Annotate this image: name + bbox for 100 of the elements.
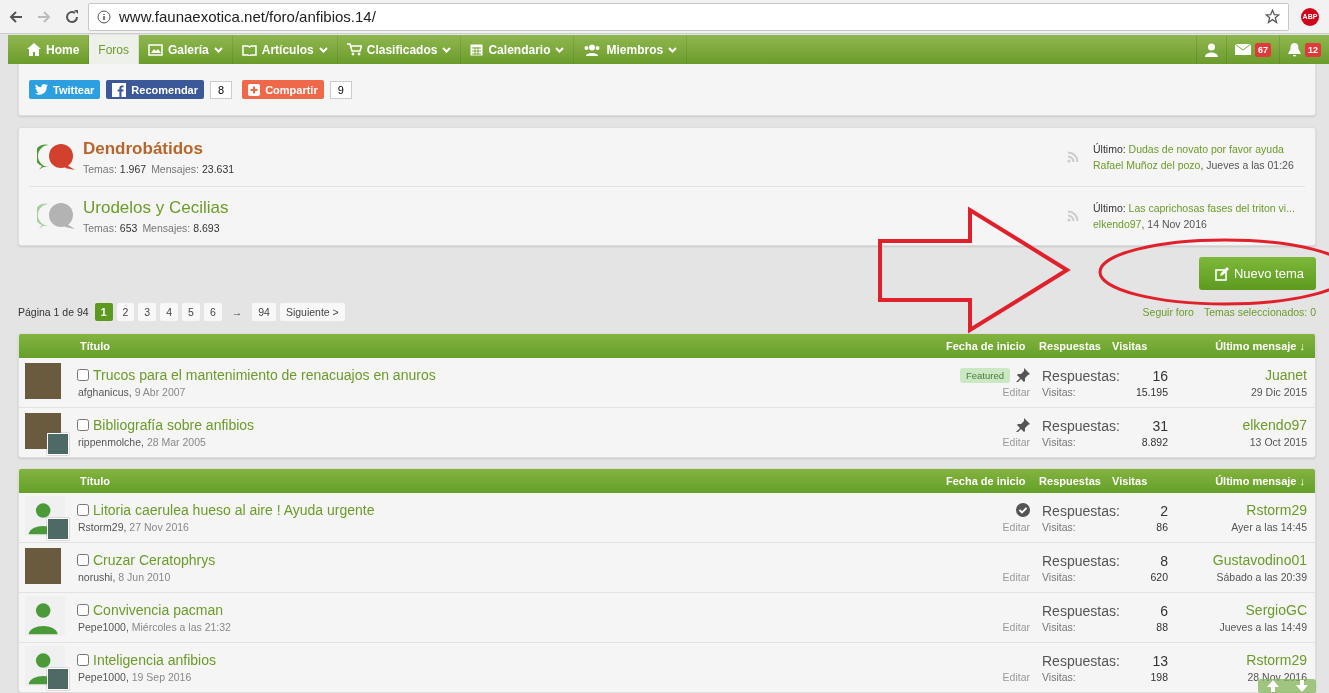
column-header[interactable]: Último mensaje ↓: [1168, 475, 1315, 487]
forum-action-link[interactable]: Seguir foro: [1142, 306, 1194, 318]
thread-title-link[interactable]: Inteligencia anfibios: [93, 652, 216, 668]
message-count-badge: 67: [1254, 42, 1271, 57]
views-count: 88: [1156, 620, 1168, 633]
column-header[interactable]: Visitas: [1112, 340, 1168, 352]
views-count: 8.892: [1141, 435, 1168, 448]
select-checkbox[interactable]: [77, 604, 89, 616]
last-post-date: 13 Oct 2015: [1249, 436, 1307, 448]
column-header[interactable]: Último mensaje ↓: [1168, 340, 1315, 352]
select-checkbox[interactable]: [77, 504, 89, 516]
last-poster-link[interactable]: Rstorm29: [1246, 652, 1307, 668]
author-link[interactable]: Pepe1000,: [78, 671, 129, 683]
share-button[interactable]: Recomendar: [106, 80, 204, 99]
stat-label: Mensajes:: [151, 163, 199, 175]
thread-title-link[interactable]: Cruzar Ceratophrys: [93, 552, 216, 568]
page-link[interactable]: 5: [182, 303, 200, 321]
scroll-down-icon[interactable]: [1294, 679, 1309, 693]
page-link[interactable]: 2: [116, 303, 135, 321]
last-poster-link[interactable]: Gustavodino01: [1212, 552, 1307, 568]
select-checkbox[interactable]: [77, 419, 89, 431]
column-header[interactable]: Respuestas: [1028, 475, 1112, 487]
page-link[interactable]: 6: [203, 303, 222, 321]
edit-link[interactable]: Editar: [1002, 571, 1030, 583]
bird-icon: [35, 84, 48, 95]
address-bar[interactable]: www.faunaexotica.net/foro/anfibios.14/: [88, 2, 1289, 31]
thread-title-link[interactable]: Bibliografía sobre anfibios: [93, 417, 255, 433]
select-checkbox[interactable]: [77, 654, 89, 666]
replies-label: Respuestas:: [1042, 652, 1121, 669]
page-link[interactable]: 4: [160, 303, 179, 321]
last-poster-link[interactable]: Juanet: [1264, 367, 1307, 383]
last-poster-link[interactable]: elkendo97: [1242, 417, 1307, 433]
column-header[interactable]: Título: [80, 340, 946, 352]
bookmark-star-icon[interactable]: [1265, 9, 1280, 24]
views-label: Visitas:: [1042, 385, 1077, 398]
views-label: Visitas:: [1042, 520, 1077, 533]
author-link[interactable]: afghanicus,: [78, 386, 132, 398]
thread-date: 9 Abr 2007: [134, 386, 186, 398]
stat-value: 653: [119, 222, 138, 234]
stat-value: 23.631: [202, 163, 235, 175]
home-icon: [27, 43, 41, 56]
edit-link[interactable]: Editar: [1002, 436, 1030, 448]
page-link[interactable]: 1: [94, 303, 113, 321]
last-post-link[interactable]: Dudas de novato por favor ayuda: [1128, 143, 1284, 155]
column-header[interactable]: Fecha de inicio: [946, 340, 1028, 352]
column-header[interactable]: Título: [80, 475, 946, 487]
forum-title-link[interactable]: Urodelos y Cecilias: [83, 198, 1067, 218]
last-poster-link[interactable]: elkendo97: [1093, 218, 1142, 230]
alert-count-badge: 12: [1305, 42, 1321, 57]
views-label: Visitas:: [1042, 570, 1077, 583]
share-button[interactable]: Twittear: [29, 80, 101, 99]
book-icon: [241, 43, 257, 56]
stat-label: Temas:: [83, 163, 117, 175]
last-post-label: Último:: [1093, 202, 1126, 214]
thread-date: 19 Sep 2016: [131, 671, 192, 683]
last-post-date: Sábado a las 20:39: [1216, 571, 1307, 583]
thread-title-link[interactable]: Litoria caerulea hueso al aire ! Ayuda urgente: [93, 502, 375, 518]
nav-tab[interactable]: Foros: [89, 35, 140, 64]
last-poster-link[interactable]: SergioGC: [1245, 602, 1307, 618]
replies-count: 16: [1151, 367, 1168, 384]
author-link[interactable]: norushi,: [78, 571, 116, 583]
f-logo-icon: [112, 82, 127, 97]
replies-label: Respuestas:: [1042, 417, 1121, 434]
column-header[interactable]: Fecha de inicio: [946, 475, 1028, 487]
last-post-time: , Jueves a las 01:26: [1200, 159, 1294, 171]
replies-count: 2: [1159, 502, 1168, 519]
share-button[interactable]: Compartir: [242, 80, 324, 99]
last-post-label: Último:: [1093, 143, 1126, 155]
last-post-link[interactable]: Las caprichosas fases del triton vi...: [1128, 202, 1295, 214]
forum-action-link[interactable]: Temas seleccionados: 0: [1203, 306, 1316, 318]
page-link[interactable]: 94: [252, 303, 276, 321]
last-poster-link[interactable]: Rstorm29: [1246, 502, 1307, 518]
thread-title-link[interactable]: Convivencia pacman: [93, 602, 223, 618]
next-page-link[interactable]: Siguiente >: [279, 303, 345, 321]
last-post-time: , 14 Nov 2016: [1141, 218, 1207, 230]
replies-count: 31: [1151, 417, 1168, 434]
author-link[interactable]: Rstorm29,: [78, 521, 127, 533]
edit-link[interactable]: Editar: [1002, 621, 1030, 633]
edit-link[interactable]: Editar: [1002, 671, 1030, 683]
scroll-up-icon[interactable]: [1265, 679, 1280, 693]
edit-link[interactable]: Editar: [1002, 386, 1030, 398]
edit-link[interactable]: Editar: [1002, 521, 1030, 533]
info-icon: [97, 9, 111, 24]
avatar-photo-placeholder[interactable]: [25, 410, 69, 455]
replies-label: Respuestas:: [1042, 602, 1121, 619]
bell-icon: [1288, 42, 1301, 57]
column-header[interactable]: Respuestas: [1028, 340, 1112, 352]
views-count: 198: [1150, 670, 1168, 683]
author-link[interactable]: Pepe1000,: [78, 621, 129, 633]
page-link[interactable]: 3: [138, 303, 157, 321]
page-count: Página 1 de 94: [18, 306, 89, 318]
select-checkbox[interactable]: [77, 369, 89, 381]
column-header[interactable]: Visitas: [1112, 475, 1168, 487]
views-count: 620: [1150, 570, 1168, 583]
author-link[interactable]: rippenmolche,: [78, 436, 144, 448]
select-checkbox[interactable]: [77, 554, 89, 566]
forum-title-link[interactable]: Dendrobátidos: [83, 139, 1067, 159]
thread-title-link[interactable]: Trucos para el mantenimiento de renacuajos en anuros: [93, 367, 436, 383]
new-topic-button[interactable]: Nuevo tema: [1198, 257, 1316, 290]
thread-date: 8 Jun 2010: [118, 571, 171, 583]
